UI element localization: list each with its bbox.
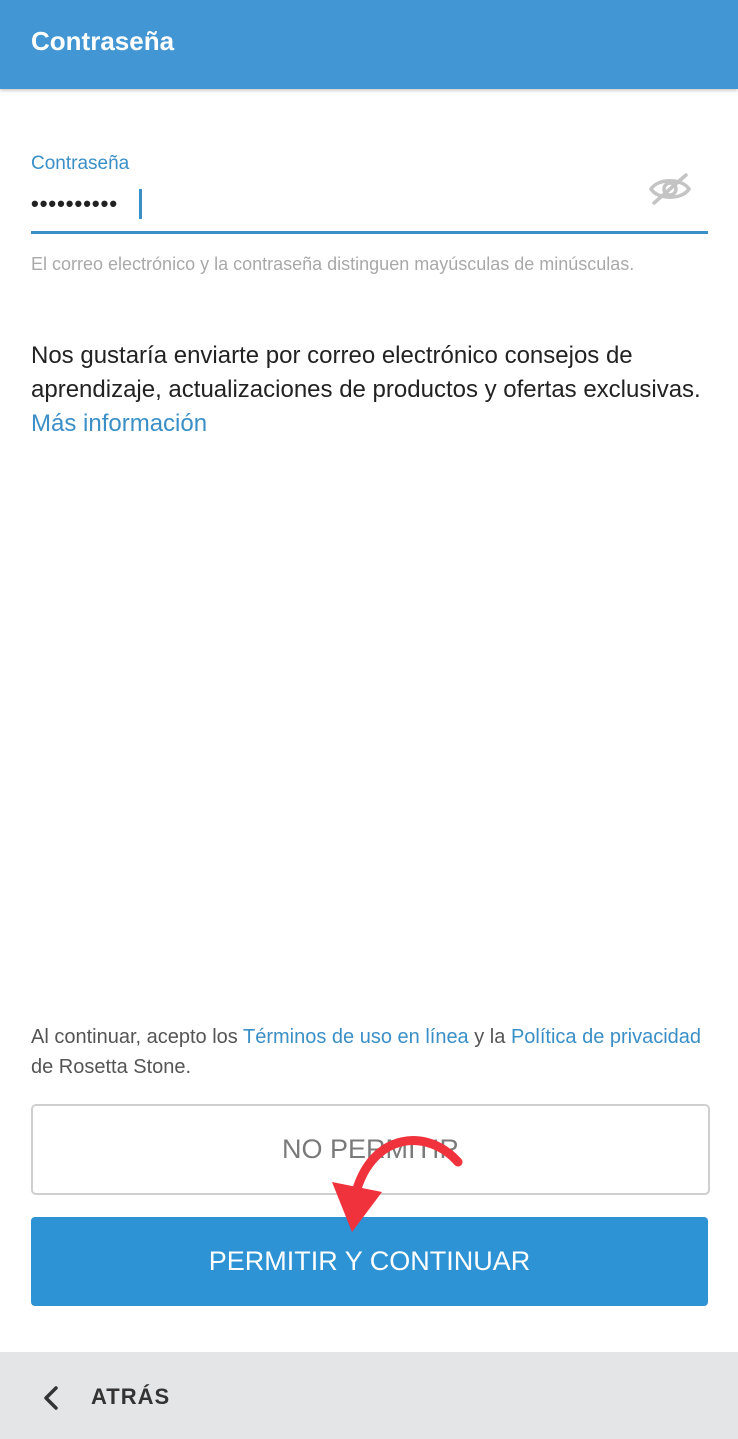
chevron-left-icon[interactable] xyxy=(41,1385,61,1411)
eye-off-icon[interactable] xyxy=(646,170,694,208)
more-info-link[interactable]: Más información xyxy=(31,410,207,437)
allow-button-label: PERMITIR Y CONTINUAR xyxy=(208,1246,531,1276)
terms-prefix: Al continuar, acepto los xyxy=(31,1026,243,1048)
terms-text: Al continuar, acepto los Términos de uso… xyxy=(31,1022,721,1082)
app-bar: Contraseña xyxy=(0,0,738,89)
terms-suffix: de Rosetta Stone. xyxy=(31,1056,192,1078)
terms-middle: y la xyxy=(468,1026,511,1048)
back-button[interactable]: ATRÁS xyxy=(91,1384,170,1410)
password-label: Contraseña xyxy=(31,153,130,174)
terms-of-use-link[interactable]: Términos de uso en línea xyxy=(243,1026,469,1048)
consent-body: Nos gustaría enviarte por correo electró… xyxy=(31,342,701,403)
privacy-policy-link[interactable]: Política de privacidad xyxy=(511,1026,701,1048)
annotation-arrow-icon xyxy=(332,1136,463,1232)
password-input[interactable]: •••••••••• xyxy=(31,190,118,218)
password-underline xyxy=(31,231,708,234)
consent-text: Nos gustaría enviarte por correo electró… xyxy=(31,339,711,441)
text-cursor xyxy=(139,189,142,219)
page-title: Contraseña xyxy=(31,26,175,56)
helper-text: El correo electrónico y la contraseña di… xyxy=(31,254,635,274)
